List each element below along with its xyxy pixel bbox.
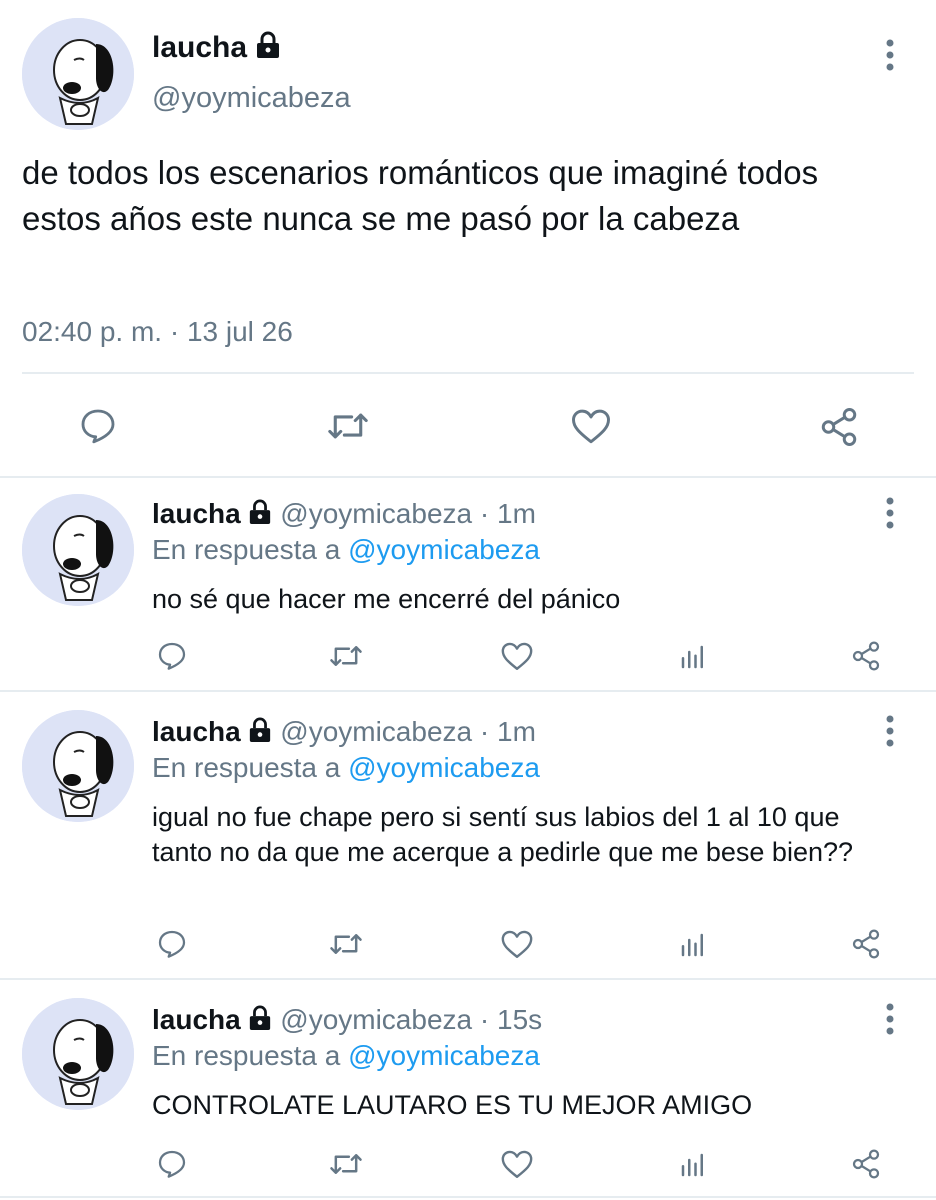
author-handle[interactable]: @yoymicabeza — [280, 498, 472, 529]
author-name[interactable]: laucha — [152, 1004, 241, 1035]
divider — [0, 978, 936, 980]
reply-to-link[interactable]: @yoymicabeza — [348, 752, 540, 783]
reply-prefix: En respuesta a — [152, 534, 341, 565]
analytics-icon[interactable] — [678, 1150, 708, 1180]
tweet-text: no sé que hacer me encerré del pánico — [152, 584, 621, 614]
snoopy-avatar-image — [22, 494, 134, 606]
share-icon[interactable] — [850, 928, 882, 960]
analytics-icon[interactable] — [678, 642, 708, 672]
snoopy-avatar-image — [22, 710, 134, 822]
author-name[interactable]: laucha — [152, 716, 241, 747]
like-icon[interactable] — [500, 928, 534, 960]
more-options-icon[interactable] — [882, 38, 898, 72]
tweet-text: CONTROLATE LAUTARO ES TU MEJOR AMIGO — [152, 1090, 753, 1120]
avatar[interactable] — [22, 494, 134, 606]
divider — [0, 1196, 936, 1198]
retweet-icon[interactable] — [328, 1148, 364, 1180]
reply-icon[interactable] — [156, 1148, 188, 1180]
reply-to-link[interactable]: @yoymicabeza — [348, 534, 540, 565]
tweet-time: · 1m — [479, 498, 536, 529]
reply-prefix: En respuesta a — [152, 1040, 341, 1071]
reply-icon[interactable] — [78, 406, 118, 446]
divider — [22, 372, 914, 374]
reply-to-link[interactable]: @yoymicabeza — [348, 1040, 540, 1071]
share-icon[interactable] — [818, 406, 860, 448]
like-icon[interactable] — [500, 1148, 534, 1180]
lock-icon — [248, 1004, 272, 1040]
reply-prefix: En respuesta a — [152, 752, 341, 783]
like-icon[interactable] — [500, 640, 534, 672]
tweet-text: de todos los escenarios románticos que i… — [22, 154, 819, 237]
lock-icon — [255, 31, 281, 68]
tweet-timestamp: 02:40 p. m. · 13 jul 26 — [22, 316, 293, 347]
tweet-time: · 15s — [479, 1004, 543, 1035]
snoopy-avatar-image — [22, 998, 134, 1110]
lock-icon — [248, 498, 272, 534]
divider — [0, 690, 936, 692]
more-options-icon[interactable] — [882, 1002, 898, 1036]
share-icon[interactable] — [850, 640, 882, 672]
avatar[interactable] — [22, 998, 134, 1110]
tweet-time: · 1m — [479, 716, 536, 747]
author-handle[interactable]: @yoymicabeza — [152, 80, 351, 116]
author-name[interactable]: laucha — [152, 31, 247, 64]
retweet-icon[interactable] — [328, 928, 364, 960]
more-options-icon[interactable] — [882, 714, 898, 748]
analytics-icon[interactable] — [678, 930, 708, 960]
author-name[interactable]: laucha — [152, 498, 241, 529]
author-handle[interactable]: @yoymicabeza — [280, 716, 472, 747]
avatar[interactable] — [22, 710, 134, 822]
snoopy-avatar-image — [22, 18, 134, 130]
tweet-text: igual no fue chape pero si sentí sus lab… — [152, 802, 854, 867]
retweet-icon[interactable] — [328, 640, 364, 672]
like-icon[interactable] — [570, 406, 612, 446]
divider — [0, 476, 936, 478]
more-options-icon[interactable] — [882, 496, 898, 530]
reply-icon[interactable] — [156, 928, 188, 960]
reply-icon[interactable] — [156, 640, 188, 672]
retweet-icon[interactable] — [326, 406, 370, 446]
author-handle[interactable]: @yoymicabeza — [280, 1004, 472, 1035]
avatar[interactable] — [22, 18, 134, 130]
lock-icon — [248, 716, 272, 752]
share-icon[interactable] — [850, 1148, 882, 1180]
